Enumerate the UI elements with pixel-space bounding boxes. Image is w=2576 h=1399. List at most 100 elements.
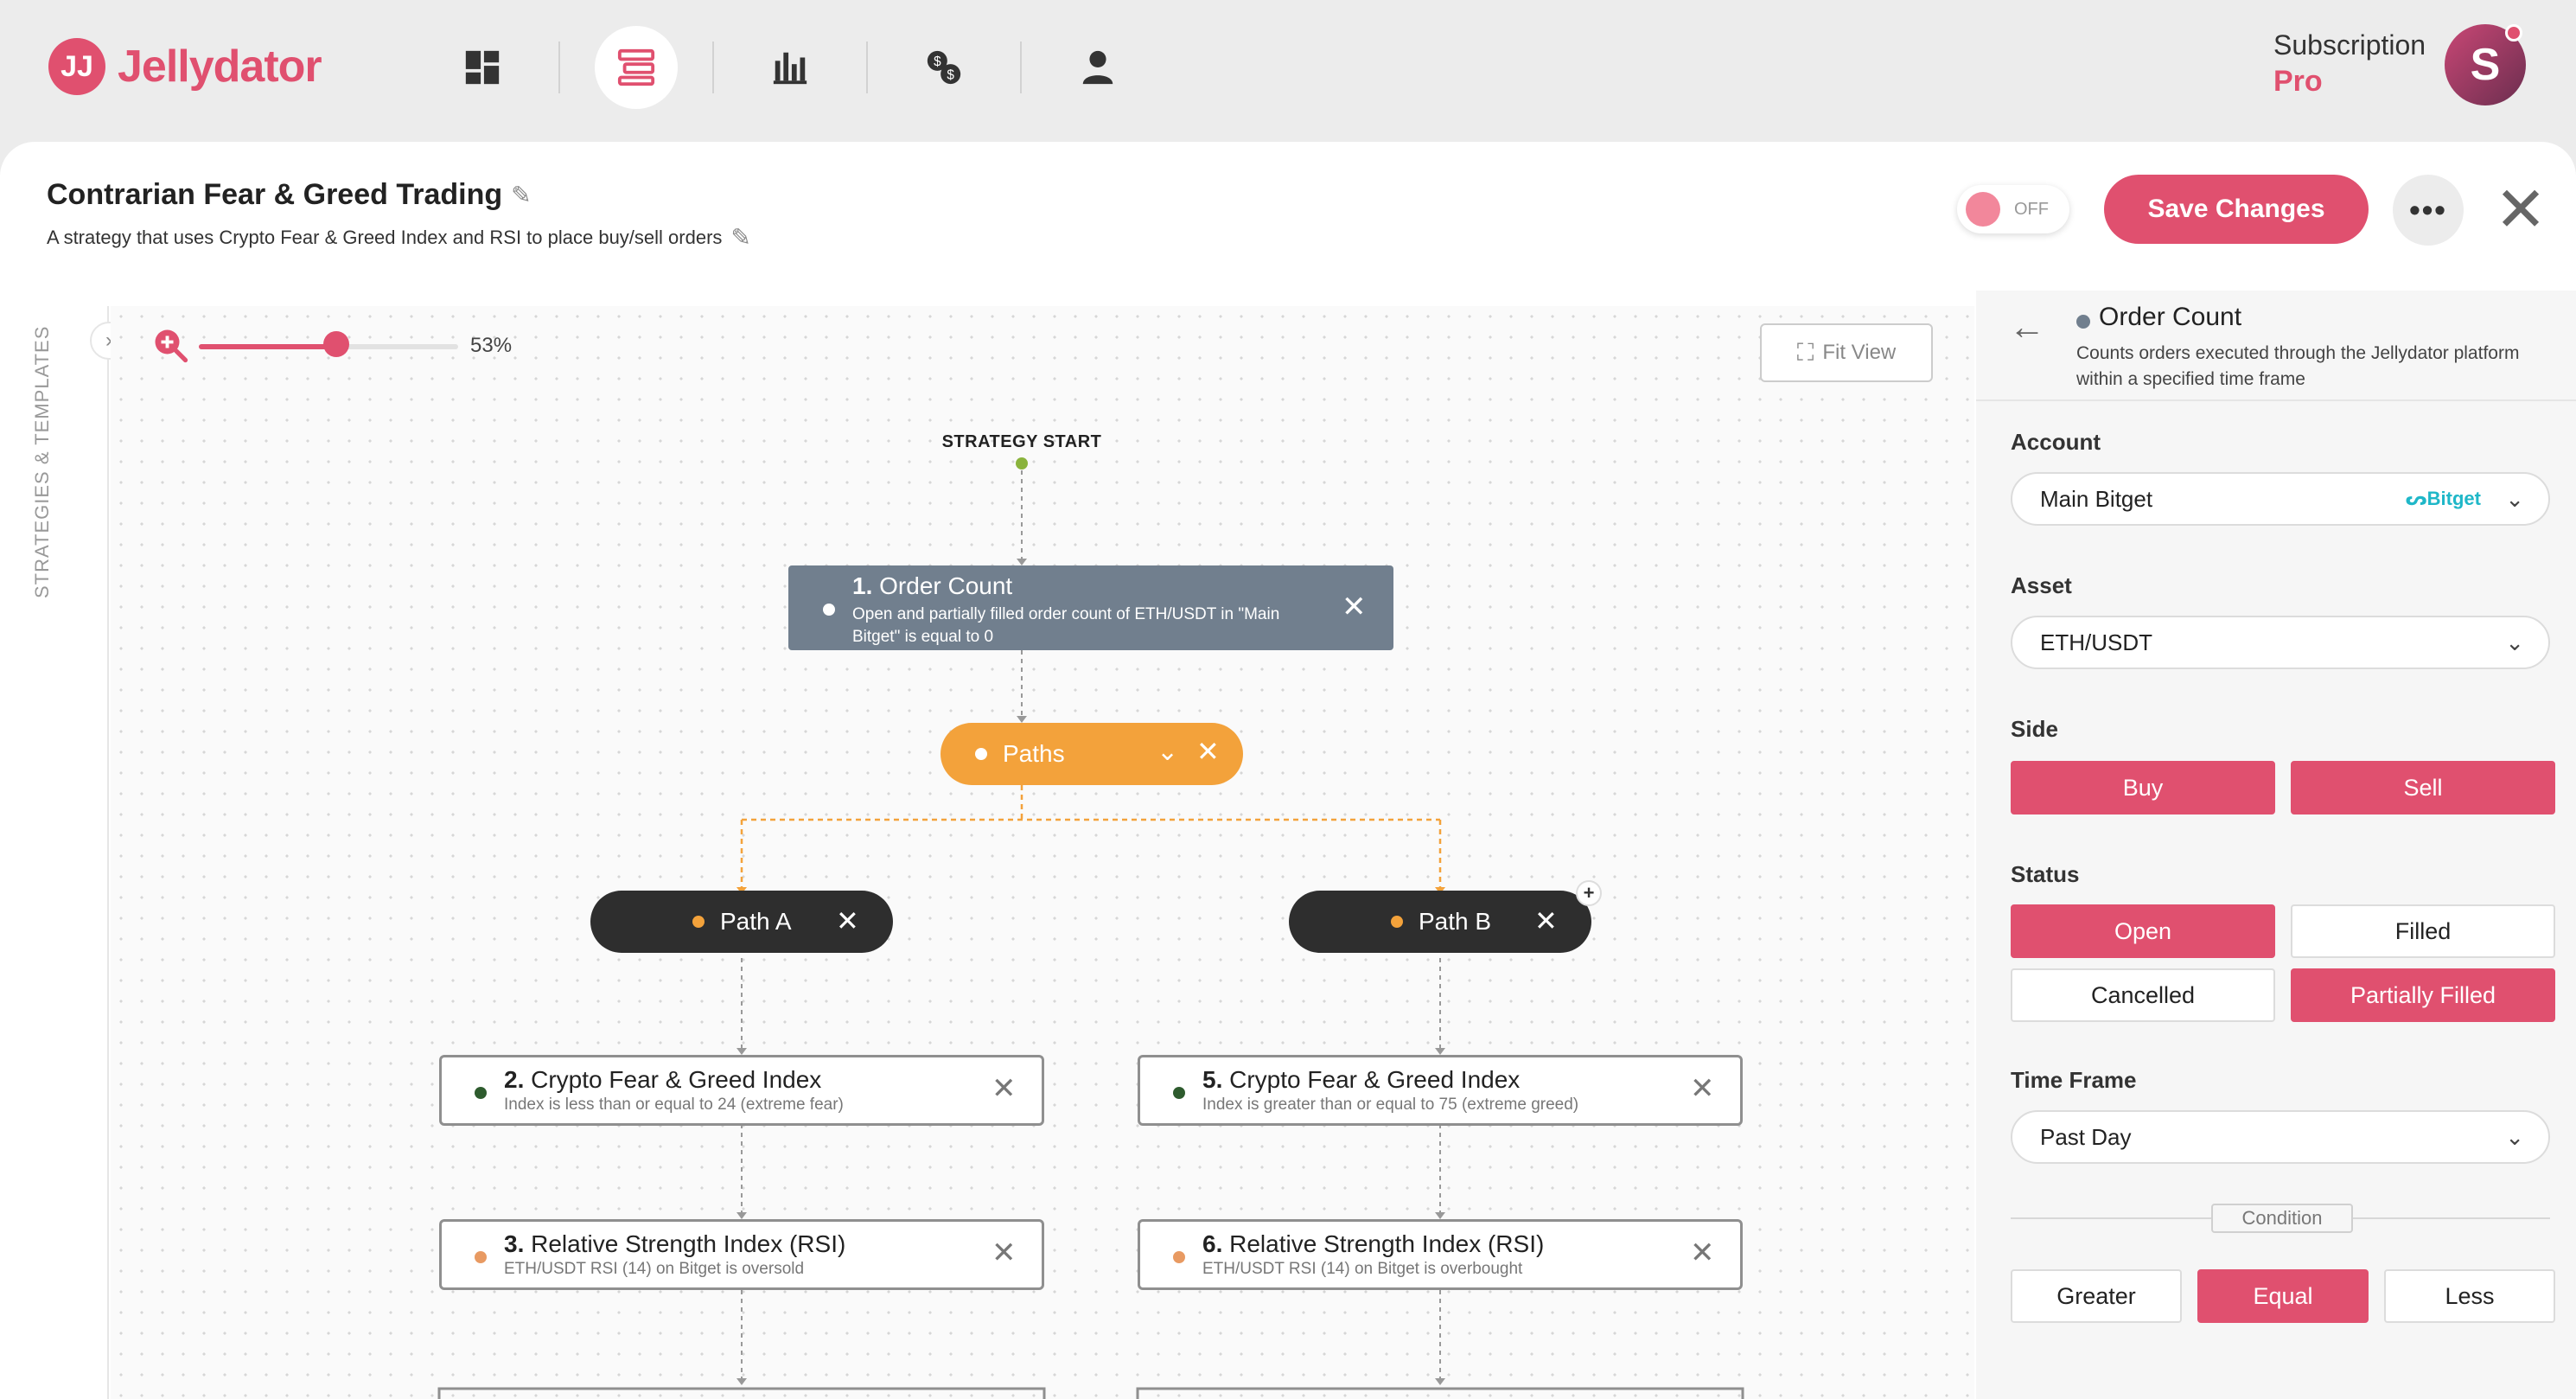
back-arrow-icon[interactable]: ← [2009,306,2045,348]
top-bar: JJ Jellydator $ $ Subscription Pro S [0,0,2576,142]
node-subtitle: ETH/USDT RSI (14) on Bitget is oversold [504,1260,805,1278]
account-icon [1082,50,1113,85]
nav-account[interactable] [1056,26,1139,109]
node-subtitle: Open and partially filled order count of… [852,605,1280,623]
timeframe-value: Past Day [2040,1123,2132,1150]
status-partially-filled-button[interactable]: Partially Filled [2291,968,2555,1022]
save-changes-button[interactable]: Save Changes [2104,175,2369,244]
strategy-description-text: A strategy that uses Crypto Fear & Greed… [47,226,723,248]
remove-node-icon[interactable]: ✕ [1196,735,1220,768]
nav-divider [866,42,868,93]
status-cancelled-button[interactable]: Cancelled [2011,968,2275,1022]
chevron-down-icon: ⌄ [2505,1124,2524,1150]
nav-divider [1020,42,1022,93]
strategies-icon [617,48,655,86]
remove-path-icon[interactable]: ✕ [1534,904,1558,937]
logo[interactable]: JJ Jellydator [48,38,322,95]
condition-node[interactable]: 2. Crypto Fear & Greed Index Index is le… [439,1055,1044,1126]
condition-equal-button[interactable]: Equal [2197,1269,2369,1323]
subscription-info[interactable]: Subscription Pro [2273,29,2426,99]
chevron-down-icon: ⌄ [2505,629,2524,655]
analytics-icon [773,52,807,85]
asset-label: Asset [2011,572,2072,598]
side-buy-button[interactable]: Buy [2011,761,2275,814]
timeframe-select[interactable]: Past Day ⌄ [2011,1110,2550,1164]
nav-strategies[interactable] [595,26,678,109]
order-count-node[interactable]: 1. Order Count Open and partially filled… [788,565,1393,650]
account-select[interactable]: Main Bitget ᔕBitget ⌄ [2011,472,2550,526]
nav-exchange[interactable]: $ $ [902,26,985,109]
condition-node[interactable]: 6. Relative Strength Index (RSI) ETH/USD… [1138,1219,1743,1290]
logo-text: Jellydator [118,42,322,92]
node-status-dot [823,604,835,616]
nav-analytics[interactable] [749,26,832,109]
details-title: Order Count [2099,303,2242,331]
main-nav: $ $ [441,26,1139,109]
node-status-dot [2076,315,2090,329]
node-status-dot [692,916,705,928]
path-b-node[interactable]: Path B ✕ [1289,891,1591,953]
path-a-node[interactable]: Path A ✕ [590,891,893,953]
status-filled-button[interactable]: Filled [2291,904,2555,958]
strategy-title[interactable]: Contrarian Fear & Greed Trading ✎ [47,178,532,212]
node-title: Relative Strength Index (RSI) [1229,1230,1545,1257]
edit-title-icon[interactable]: ✎ [511,181,531,209]
bitget-logo: ᔕBitget [2405,488,2481,509]
node-title: Crypto Fear & Greed Index [531,1066,822,1093]
strategy-title-text: Contrarian Fear & Greed Trading [47,178,503,211]
details-divider [1976,399,2576,401]
nav-divider [712,42,714,93]
remove-node-icon[interactable]: ✕ [1342,590,1367,624]
path-a-label: Path A [720,908,792,935]
node-status-dot [975,748,987,760]
node-status-dot [475,1251,487,1263]
condition-node[interactable]: 3. Relative Strength Index (RSI) ETH/USD… [439,1219,1044,1290]
nav-dashboard[interactable] [441,26,524,109]
node-number: 3. [504,1230,525,1257]
asset-select[interactable]: ETH/USDT ⌄ [2011,616,2550,669]
node-status-dot [1173,1251,1185,1263]
remove-path-icon[interactable]: ✕ [836,904,859,937]
status-open-button[interactable]: Open [2011,904,2275,958]
node-title: Crypto Fear & Greed Index [1229,1066,1521,1093]
templates-sidebar: STRATEGIES & TEMPLATES [0,306,109,1399]
side-sell-button[interactable]: Sell [2291,761,2555,814]
strategy-editor: Contrarian Fear & Greed Trading ✎ A stra… [0,142,2576,1399]
templates-sidebar-label[interactable]: STRATEGIES & TEMPLATES [31,322,54,598]
strategy-start-label: STRATEGY START [941,432,1102,451]
condition-less-button[interactable]: Less [2384,1269,2555,1323]
status-label: Status [2011,861,2080,887]
node-title: Relative Strength Index (RSI) [531,1230,846,1257]
node-status-dot [1391,916,1403,928]
svg-text:$: $ [947,67,954,82]
add-path-icon[interactable]: + [1576,880,1602,906]
nav-divider [558,42,560,93]
remove-node-icon[interactable]: ✕ [992,1071,1017,1106]
exchange-icon: $$ [927,50,961,85]
condition-node[interactable]: 5. Crypto Fear & Greed Index Index is gr… [1138,1055,1743,1126]
path-b-label: Path B [1419,908,1492,935]
timeframe-label: Time Frame [2011,1067,2137,1093]
strategy-description[interactable]: A strategy that uses Crypto Fear & Greed… [47,223,751,252]
more-options-button[interactable]: ••• [2393,175,2464,246]
remove-node-icon[interactable]: ✕ [1690,1071,1715,1106]
svg-text:$: $ [934,54,941,69]
strategy-toggle[interactable]: OFF [1957,185,2069,233]
toggle-label: OFF [2014,199,2049,219]
node-subtitle: Index is greater than or equal to 75 (ex… [1202,1096,1579,1114]
condition-greater-button[interactable]: Greater [2011,1269,2182,1323]
paths-label: Paths [1003,740,1065,767]
flow-canvas[interactable]: 53% ⛶ Fit View STRATEGY START 1. Order C… [111,306,1974,1399]
remove-node-icon[interactable]: ✕ [992,1236,1017,1270]
close-icon[interactable]: ✕ [2486,175,2555,245]
remove-node-icon[interactable]: ✕ [1690,1236,1715,1270]
paths-node[interactable]: Paths ⌄ ✕ [940,723,1243,785]
node-subtitle-cont: Bitget" is equal to 0 [852,628,994,646]
dashboard-icon [465,50,500,85]
chevron-down-icon[interactable]: ⌄ [1157,737,1178,767]
condition-label: Condition [2211,1204,2353,1233]
chevron-down-icon: ⌄ [2505,486,2524,512]
asset-value: ETH/USDT [2040,629,2152,655]
edit-description-icon[interactable]: ✎ [730,223,750,252]
subscription-plan: Pro [2273,65,2323,98]
